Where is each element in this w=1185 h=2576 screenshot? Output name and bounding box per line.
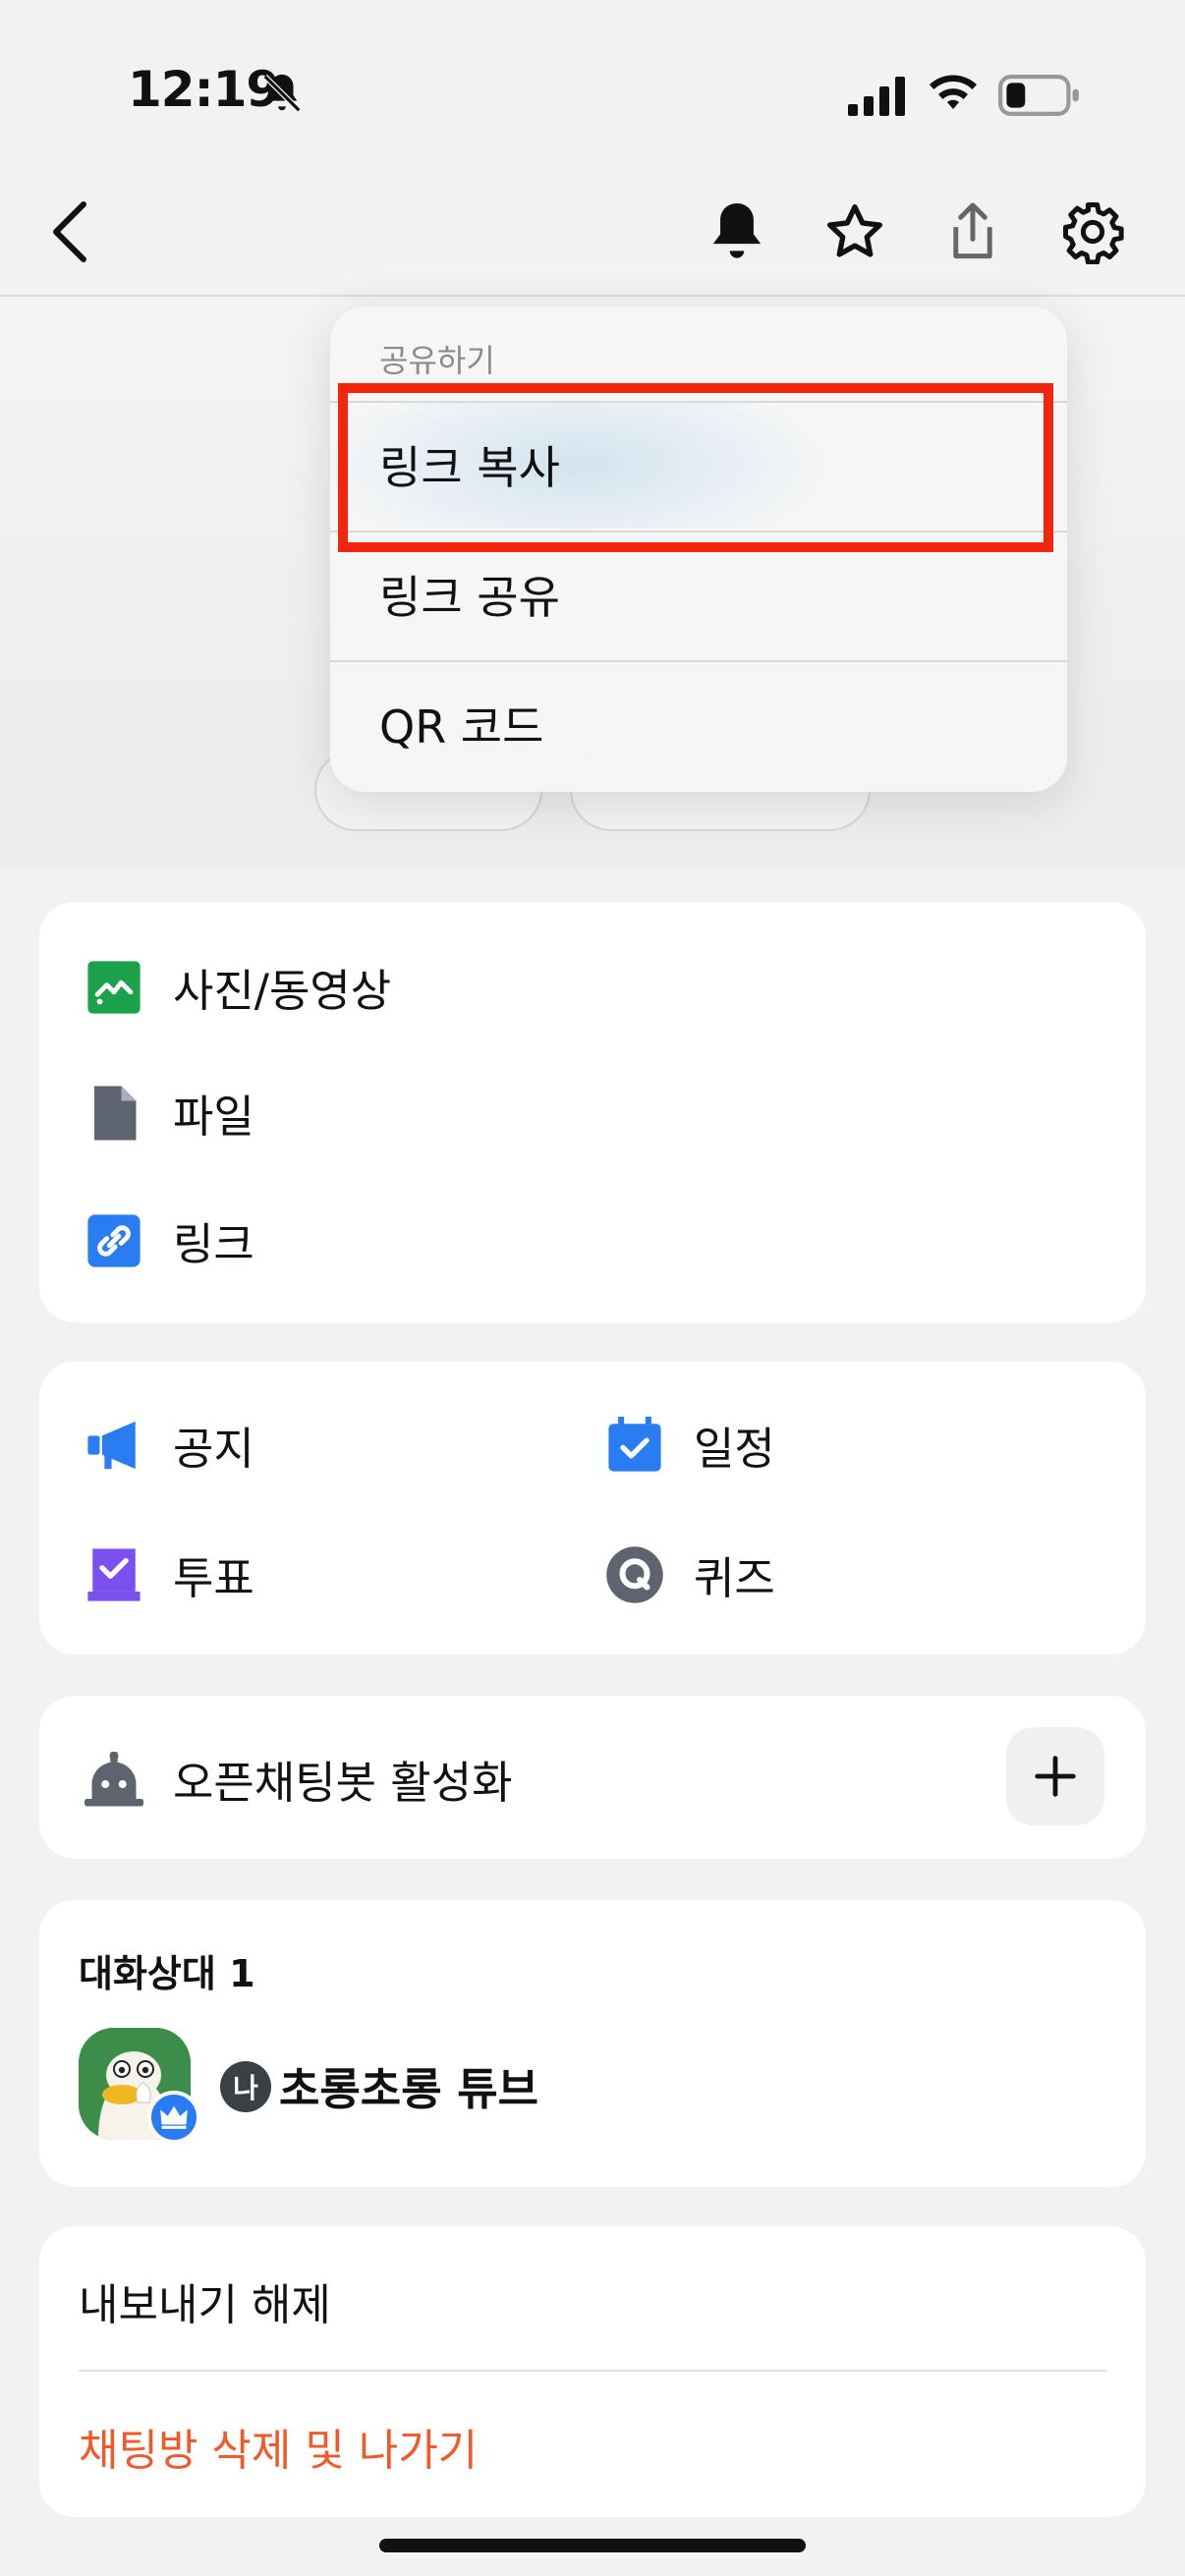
status-time: 12:19: [128, 61, 280, 118]
chatbot-label: 오픈채팅봇 활성화: [173, 1757, 513, 1809]
quiz-label: 퀴즈: [694, 1552, 775, 1604]
schedule-item[interactable]: 일정: [605, 1413, 775, 1477]
actions-divider: [79, 2370, 1106, 2372]
quiz-item[interactable]: 퀴즈: [605, 1542, 775, 1606]
vote-item[interactable]: 투표: [85, 1542, 254, 1606]
share-button[interactable]: [933, 193, 1012, 271]
back-icon: [53, 201, 86, 262]
share-menu-title: 공유하기: [379, 342, 495, 379]
photo-video-item[interactable]: 사진/동영상: [85, 955, 391, 1019]
notice-label: 공지: [173, 1423, 254, 1475]
home-indicator: [379, 2539, 806, 2552]
unexport-button[interactable]: 내보내기 해제: [79, 2269, 331, 2332]
gear-icon: [1063, 202, 1124, 264]
crown-icon: [160, 2105, 188, 2129]
notice-item[interactable]: 공지: [85, 1413, 254, 1477]
qr-code-menu-item[interactable]: QR 코드: [330, 660, 1067, 788]
delete-and-leave-button[interactable]: 채팅방 삭제 및 나가기: [79, 2415, 478, 2478]
tools-card: [39, 1362, 1146, 1654]
wifi-icon: [930, 75, 977, 109]
add-chatbot-button[interactable]: [1006, 1727, 1104, 1825]
megaphone-icon: [85, 1416, 143, 1475]
back-button[interactable]: [35, 193, 104, 271]
link-label: 링크: [173, 1218, 254, 1270]
battery-icon: [998, 75, 1079, 116]
cellular-signal-icon: [848, 77, 905, 116]
highlight-annotation-box: [338, 383, 1053, 552]
members-title: 대화상대 1: [79, 1952, 255, 1995]
bell-slash-icon: [262, 74, 302, 113]
settings-button[interactable]: [1051, 193, 1134, 271]
link-item[interactable]: 링크: [85, 1208, 254, 1272]
file-icon: [85, 1084, 143, 1143]
menu-item-label: QR 코드: [379, 700, 544, 754]
vote-label: 투표: [173, 1552, 254, 1604]
photo-video-label: 사진/동영상: [173, 965, 392, 1017]
me-badge: 나: [220, 2061, 271, 2112]
share-icon: [953, 202, 992, 259]
bot-icon: [85, 1750, 143, 1809]
owner-crown-badge: [147, 2091, 200, 2144]
photo-icon: [85, 958, 143, 1017]
member-name[interactable]: 초롱초롱 튜브: [279, 2053, 538, 2117]
link-icon: [85, 1211, 143, 1270]
file-label: 파일: [173, 1091, 254, 1143]
schedule-label: 일정: [694, 1423, 775, 1475]
chatbot-activate-item[interactable]: 오픈채팅봇 활성화: [85, 1747, 513, 1811]
plus-icon: [1035, 1756, 1076, 1797]
notification-button[interactable]: [700, 193, 774, 271]
star-icon: [827, 204, 882, 257]
favorite-button[interactable]: [816, 193, 894, 271]
bell-icon: [712, 203, 762, 258]
file-item[interactable]: 파일: [85, 1081, 254, 1145]
calendar-icon: [605, 1416, 664, 1475]
vote-icon: [85, 1545, 143, 1604]
quiz-icon: [605, 1545, 664, 1604]
menu-item-label: 링크 공유: [379, 571, 560, 624]
